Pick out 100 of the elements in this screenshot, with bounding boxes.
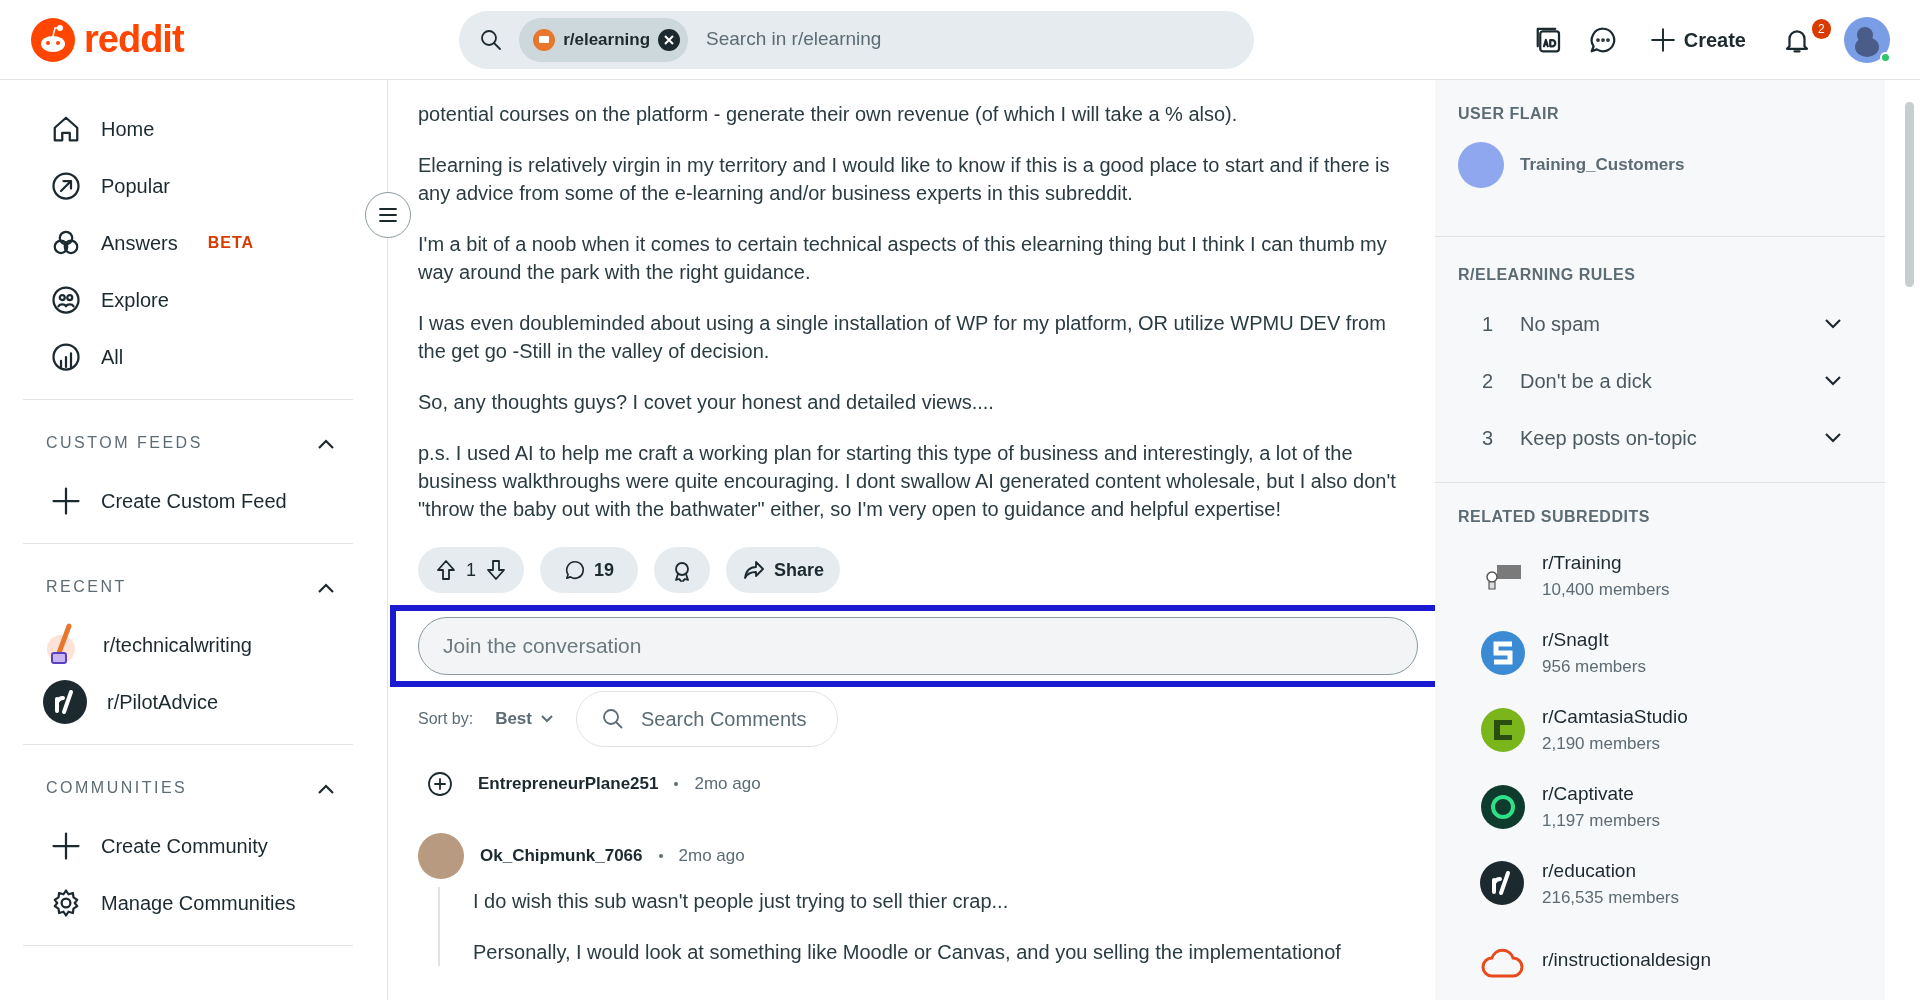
item-label: r/technicalwriting (103, 632, 252, 658)
member-count: 956 members (1542, 656, 1646, 678)
nav-label: Popular (101, 173, 170, 199)
subreddit-name: r/Captivate (1542, 781, 1635, 806)
subreddit-name: r/instructionaldesign (1542, 948, 1711, 973)
chevron-up-icon (317, 782, 335, 795)
chevron-down-icon (1824, 374, 1842, 387)
section-heading: RECENT (46, 577, 127, 597)
post-paragraph: I was even doubleminded about using a single installation of WP for my platform, OR utilize WPMU DEV from the get go -Still in the valley of decision. (418, 311, 1387, 364)
avatar (1458, 142, 1504, 188)
search-icon (479, 27, 504, 52)
sort-label: Sort by: (418, 709, 474, 729)
comment-text: Personally, I would look at something like Moodle or Canvas, and you selling the implementationof (473, 940, 1342, 965)
member-count: 216,535 members (1542, 887, 1680, 909)
rule-text: No spam (1520, 311, 1602, 337)
share-button[interactable]: Share (726, 547, 841, 593)
scrollbar-thumb[interactable] (1905, 102, 1914, 287)
separator-dot (674, 782, 679, 786)
menu-button[interactable] (365, 192, 411, 238)
rule-text: Don't be a dick (1520, 368, 1653, 394)
beta-label: BETA (207, 232, 255, 253)
vote-count: 1 (466, 558, 476, 582)
search-field[interactable]: r/elearning Search in r/elearning (459, 10, 1255, 69)
sidebar-item[interactable]: r/PilotAdvice (23, 673, 353, 730)
comment-author[interactable]: Ok_Chipmunk_7066 (480, 843, 643, 869)
subreddit-name: r/CamtasiaStudio (1542, 704, 1688, 729)
sidebar-item[interactable]: Manage Communities (23, 874, 353, 931)
nav-item[interactable]: Popular (23, 157, 353, 214)
online-status-dot (1880, 51, 1891, 63)
rule-number: 3 (1482, 425, 1495, 451)
community-icon (1480, 860, 1526, 907)
community-icon (1480, 706, 1526, 753)
member-count: 1,197 members (1542, 810, 1661, 832)
related-subreddit[interactable]: r/CamtasiaStudio 2,190 members (1458, 691, 1862, 768)
comment-field[interactable]: Join the conversation (418, 617, 1418, 675)
community-icon (43, 679, 87, 724)
downvote-icon[interactable] (484, 558, 508, 582)
rule-text: Keep posts on-topic (1520, 425, 1698, 451)
post-paragraph: potential courses on the platform - generate their own revenue (of which I will take a % also). (418, 102, 1239, 127)
subreddit-name: r/Training (1542, 550, 1623, 575)
community-icon (533, 28, 556, 51)
rule-number: 2 (1482, 368, 1495, 394)
separator-dot (658, 854, 663, 858)
nav-item[interactable]: Explore (23, 271, 353, 328)
related-subreddit[interactable]: r/Training 10,400 members (1458, 537, 1862, 614)
section-heading: USER FLAIR (1458, 104, 1560, 124)
community-name: r/elearning (563, 28, 651, 51)
close-icon[interactable] (658, 28, 681, 51)
share-icon (742, 558, 767, 582)
rule-item[interactable]: 1 No spam (1458, 295, 1862, 352)
item-label: Create Custom Feed (101, 488, 287, 514)
alien-logo-icon (30, 16, 76, 63)
sidebar-item[interactable]: Create Community (23, 817, 353, 874)
speech-bubble-icon (564, 559, 586, 581)
create-button[interactable]: Create (1645, 20, 1750, 59)
section-heading: R/ELEARNING RULES (1458, 265, 1637, 285)
search-placeholder: Search Comments (641, 707, 807, 732)
nav-item[interactable]: Home (23, 100, 353, 157)
section-heading: CUSTOM FEEDS (46, 433, 203, 453)
search-icon (601, 707, 625, 731)
related-subreddit[interactable]: r/Captivate 1,197 members (1458, 768, 1862, 845)
nav-label: Home (101, 116, 155, 142)
avatar[interactable] (1844, 16, 1890, 63)
section-heading: COMMUNITIES (46, 778, 188, 798)
related-subreddit[interactable]: r/education 216,535 members (1458, 845, 1862, 922)
post-paragraph: So, any thoughts guys? I covet your honest and detailed views.... (418, 390, 995, 415)
community-icon (1480, 629, 1526, 676)
comment-search-field[interactable]: Search Comments (576, 691, 838, 747)
community-chip[interactable]: r/elearning (519, 17, 689, 62)
plus-icon (51, 830, 81, 861)
sidebar-item[interactable]: Create Custom Feed (23, 472, 353, 529)
nav-item[interactable]: Answers BETA (23, 214, 353, 271)
community-icon (1480, 783, 1526, 830)
plus-icon (1649, 26, 1676, 53)
award-button[interactable] (654, 547, 711, 593)
item-label: Create Community (101, 833, 268, 859)
flair-name: Training_Customers (1520, 154, 1685, 177)
plus-icon (51, 485, 81, 516)
rule-item[interactable]: 3 Keep posts on-topic (1458, 409, 1862, 466)
nav-label: Explore (101, 287, 169, 313)
upvote-icon[interactable] (434, 558, 458, 582)
sidebar-item[interactable]: r/technicalwriting (23, 616, 353, 673)
rule-number: 1 (1482, 311, 1495, 337)
sort-dropdown[interactable]: Best (489, 705, 560, 733)
nav-label: Answers (101, 230, 178, 256)
comment-time: 2mo ago (694, 773, 761, 796)
related-subreddit[interactable]: r/instructionaldesign (1458, 922, 1862, 999)
nav-label: All (101, 344, 124, 370)
chevron-down-icon (540, 714, 554, 724)
post-paragraph: I'm a bit of a noob when it comes to certain technical aspects of this elearning thing but I think I can thumb my way around the park with the right guidance. (418, 232, 1388, 285)
post-paragraph: Elearning is relatively virgin in my territory and I would like to know if this is a good place to start and if there is any advice from some of the e-learning and/or business experts in this subreddit. (418, 153, 1391, 206)
chevron-down-icon (1824, 317, 1842, 330)
chevron-down-icon (1824, 431, 1842, 444)
comment-author[interactable]: EntrepreneurPlane251 (478, 771, 659, 797)
comments-button[interactable]: 19 (540, 547, 639, 593)
rule-item[interactable]: 2 Don't be a dick (1458, 352, 1862, 409)
member-count: 10,400 members (1542, 579, 1670, 601)
chevron-up-icon (317, 437, 335, 450)
nav-item[interactable]: All (23, 328, 353, 385)
related-subreddit[interactable]: r/SnagIt 956 members (1458, 614, 1862, 691)
